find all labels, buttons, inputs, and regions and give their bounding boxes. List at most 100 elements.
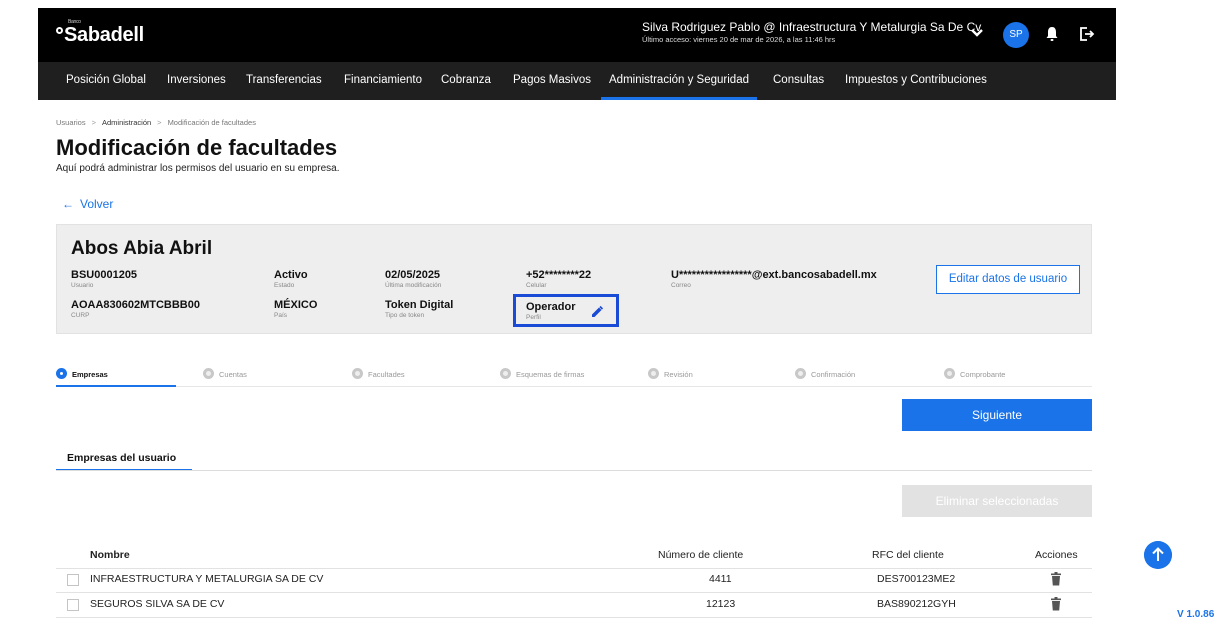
top-header: Banco Sabadell Silva Rodriguez Pablo @ I…: [38, 8, 1116, 62]
nav-posicion-global[interactable]: Posición Global: [66, 62, 146, 100]
row-checkbox[interactable]: [67, 574, 79, 586]
field-curp: AOAA830602MTCBBB00 CURP: [71, 299, 200, 319]
column-header-nombre: Nombre: [90, 549, 130, 561]
row-checkbox[interactable]: [67, 599, 79, 611]
breadcrumb: Usuarios > Administración > Modificación de …: [56, 118, 256, 127]
table-row: SEGUROS SILVA SA DE CV 12123 BAS890212GY…: [56, 594, 1092, 618]
field-value: Activo: [274, 269, 308, 281]
field-value: +52********22: [526, 269, 592, 281]
field-label: Estado: [274, 282, 295, 289]
user-company-name: Silva Rodriguez Pablo @ Infraestructura …: [642, 20, 982, 34]
delete-selected-button[interactable]: Eliminar seleccionadas: [902, 485, 1092, 517]
step-label: Esquemas de firmas: [516, 370, 585, 379]
step-cuentas[interactable]: Cuentas: [203, 368, 247, 379]
next-button[interactable]: Siguiente: [902, 399, 1092, 431]
nav-consultas[interactable]: Consultas: [773, 62, 824, 100]
breadcrumb-usuarios[interactable]: Usuarios: [56, 118, 86, 127]
cell-nombre: SEGUROS SILVA SA DE CV: [90, 598, 225, 610]
field-label: Celular: [526, 282, 547, 289]
trash-icon[interactable]: [1050, 572, 1062, 586]
step-facultades[interactable]: Facultades: [352, 368, 405, 379]
field-label: Tipo de token: [385, 312, 425, 319]
step-pending-icon: [500, 368, 511, 379]
field-ultima-modificacion: 02/05/2025 Última modificación: [385, 269, 441, 289]
field-value: U*****************@ext.bancosabadell.mx: [671, 269, 877, 281]
column-header-acciones: Acciones: [1035, 549, 1078, 561]
step-active-icon: [56, 368, 67, 379]
nav-administracion-seguridad[interactable]: Administración y Seguridad: [601, 62, 757, 100]
breadcrumb-administracion[interactable]: Administración: [102, 118, 151, 127]
arrow-left-icon: ←: [62, 197, 74, 211]
step-pending-icon: [203, 368, 214, 379]
stepper-track: [56, 386, 1092, 387]
logo-mark-icon: [56, 27, 63, 34]
step-pending-icon: [648, 368, 659, 379]
step-label: Comprobante: [960, 370, 1006, 379]
cell-numero-cliente: 12123: [706, 598, 736, 610]
field-usuario: BSU0001205 Usuario: [71, 269, 137, 289]
field-label: CURP: [71, 312, 90, 319]
main-nav: Posición Global Inversiones Transferenci…: [38, 62, 1116, 100]
breadcrumb-current: Modificación de facultades: [167, 118, 256, 127]
logo-text: Sabadell: [64, 24, 144, 46]
stepper-progress: [56, 385, 176, 387]
column-header-rfc: RFC del cliente: [872, 549, 944, 561]
cell-rfc: DES700123ME2: [877, 573, 956, 585]
field-perfil: Operador Perfil: [526, 301, 576, 321]
logout-icon[interactable]: [1078, 25, 1096, 43]
field-correo: U*****************@ext.bancosabadell.mx …: [671, 269, 877, 289]
cell-numero-cliente: 4411: [709, 573, 732, 585]
bell-icon[interactable]: [1044, 25, 1060, 43]
pencil-icon[interactable]: [590, 305, 604, 319]
nav-pagos-masivos[interactable]: Pagos Masivos: [513, 62, 591, 100]
field-label: Usuario: [71, 282, 94, 289]
step-revision[interactable]: Revisión: [648, 368, 693, 379]
field-label: Perfil: [526, 314, 541, 321]
field-tipo-token: Token Digital Tipo de token: [385, 299, 453, 319]
tab-divider: [56, 470, 1092, 471]
field-estado: Activo Estado: [274, 269, 308, 289]
user-card: Abos Abia Abril BSU0001205 Usuario Activ…: [56, 224, 1092, 334]
page-subtitle: Aquí podrá administrar los permisos del …: [56, 163, 340, 174]
chevron-down-icon[interactable]: [968, 24, 986, 42]
nav-impuestos-contribuciones[interactable]: Impuestos y Contribuciones: [845, 62, 987, 100]
nav-financiamiento[interactable]: Financiamiento: [344, 62, 422, 100]
cell-rfc: BAS890212GYH: [877, 598, 956, 610]
last-access: Último acceso: viernes 20 de mar de 2026…: [642, 35, 836, 44]
edit-user-button[interactable]: Editar datos de usuario: [936, 265, 1080, 294]
app-frame: Banco Sabadell Silva Rodriguez Pablo @ I…: [38, 8, 1116, 621]
step-confirmacion[interactable]: Confirmación: [795, 368, 855, 379]
scroll-top-button[interactable]: [1144, 541, 1172, 569]
sabadell-logo[interactable]: Banco Sabadell: [56, 19, 144, 47]
field-value: MÉXICO: [274, 299, 318, 311]
back-link[interactable]: ← Volver: [62, 197, 113, 211]
step-label: Facultades: [368, 370, 405, 379]
field-label: Última modificación: [385, 282, 442, 289]
cell-nombre: INFRAESTRUCTURA Y METALURGIA SA DE CV: [90, 573, 324, 585]
nav-transferencias[interactable]: Transferencias: [246, 62, 322, 100]
version-label: V 1.0.86: [1177, 609, 1215, 620]
perfil-highlight: Operador Perfil: [513, 294, 619, 327]
step-pending-icon: [795, 368, 806, 379]
step-empresas[interactable]: Empresas: [56, 368, 108, 379]
step-label: Empresas: [72, 370, 108, 379]
back-label: Volver: [80, 197, 114, 211]
field-label: Correo: [671, 282, 691, 289]
tab-empresas-usuario[interactable]: Empresas del usuario: [56, 447, 192, 471]
trash-icon[interactable]: [1050, 597, 1062, 611]
user-full-name: Abos Abia Abril: [71, 238, 213, 259]
nav-cobranza[interactable]: Cobranza: [441, 62, 491, 100]
field-pais: MÉXICO País: [274, 299, 317, 319]
column-header-numero-cliente: Número de cliente: [658, 549, 744, 561]
step-esquemas-firmas[interactable]: Esquemas de firmas: [500, 368, 584, 379]
user-info: Silva Rodriguez Pablo @ Infraestructura …: [642, 20, 981, 44]
step-comprobante[interactable]: Comprobante: [944, 368, 1005, 379]
field-value: 02/05/2025: [385, 269, 441, 281]
step-pending-icon: [944, 368, 955, 379]
field-value: Token Digital: [385, 299, 454, 311]
avatar[interactable]: SP: [1003, 22, 1029, 48]
field-celular: +52********22 Celular: [526, 269, 591, 289]
nav-inversiones[interactable]: Inversiones: [167, 62, 226, 100]
field-value: AOAA830602MTCBBB00: [71, 299, 200, 311]
table-row: INFRAESTRUCTURA Y METALURGIA SA DE CV 44…: [56, 569, 1092, 593]
